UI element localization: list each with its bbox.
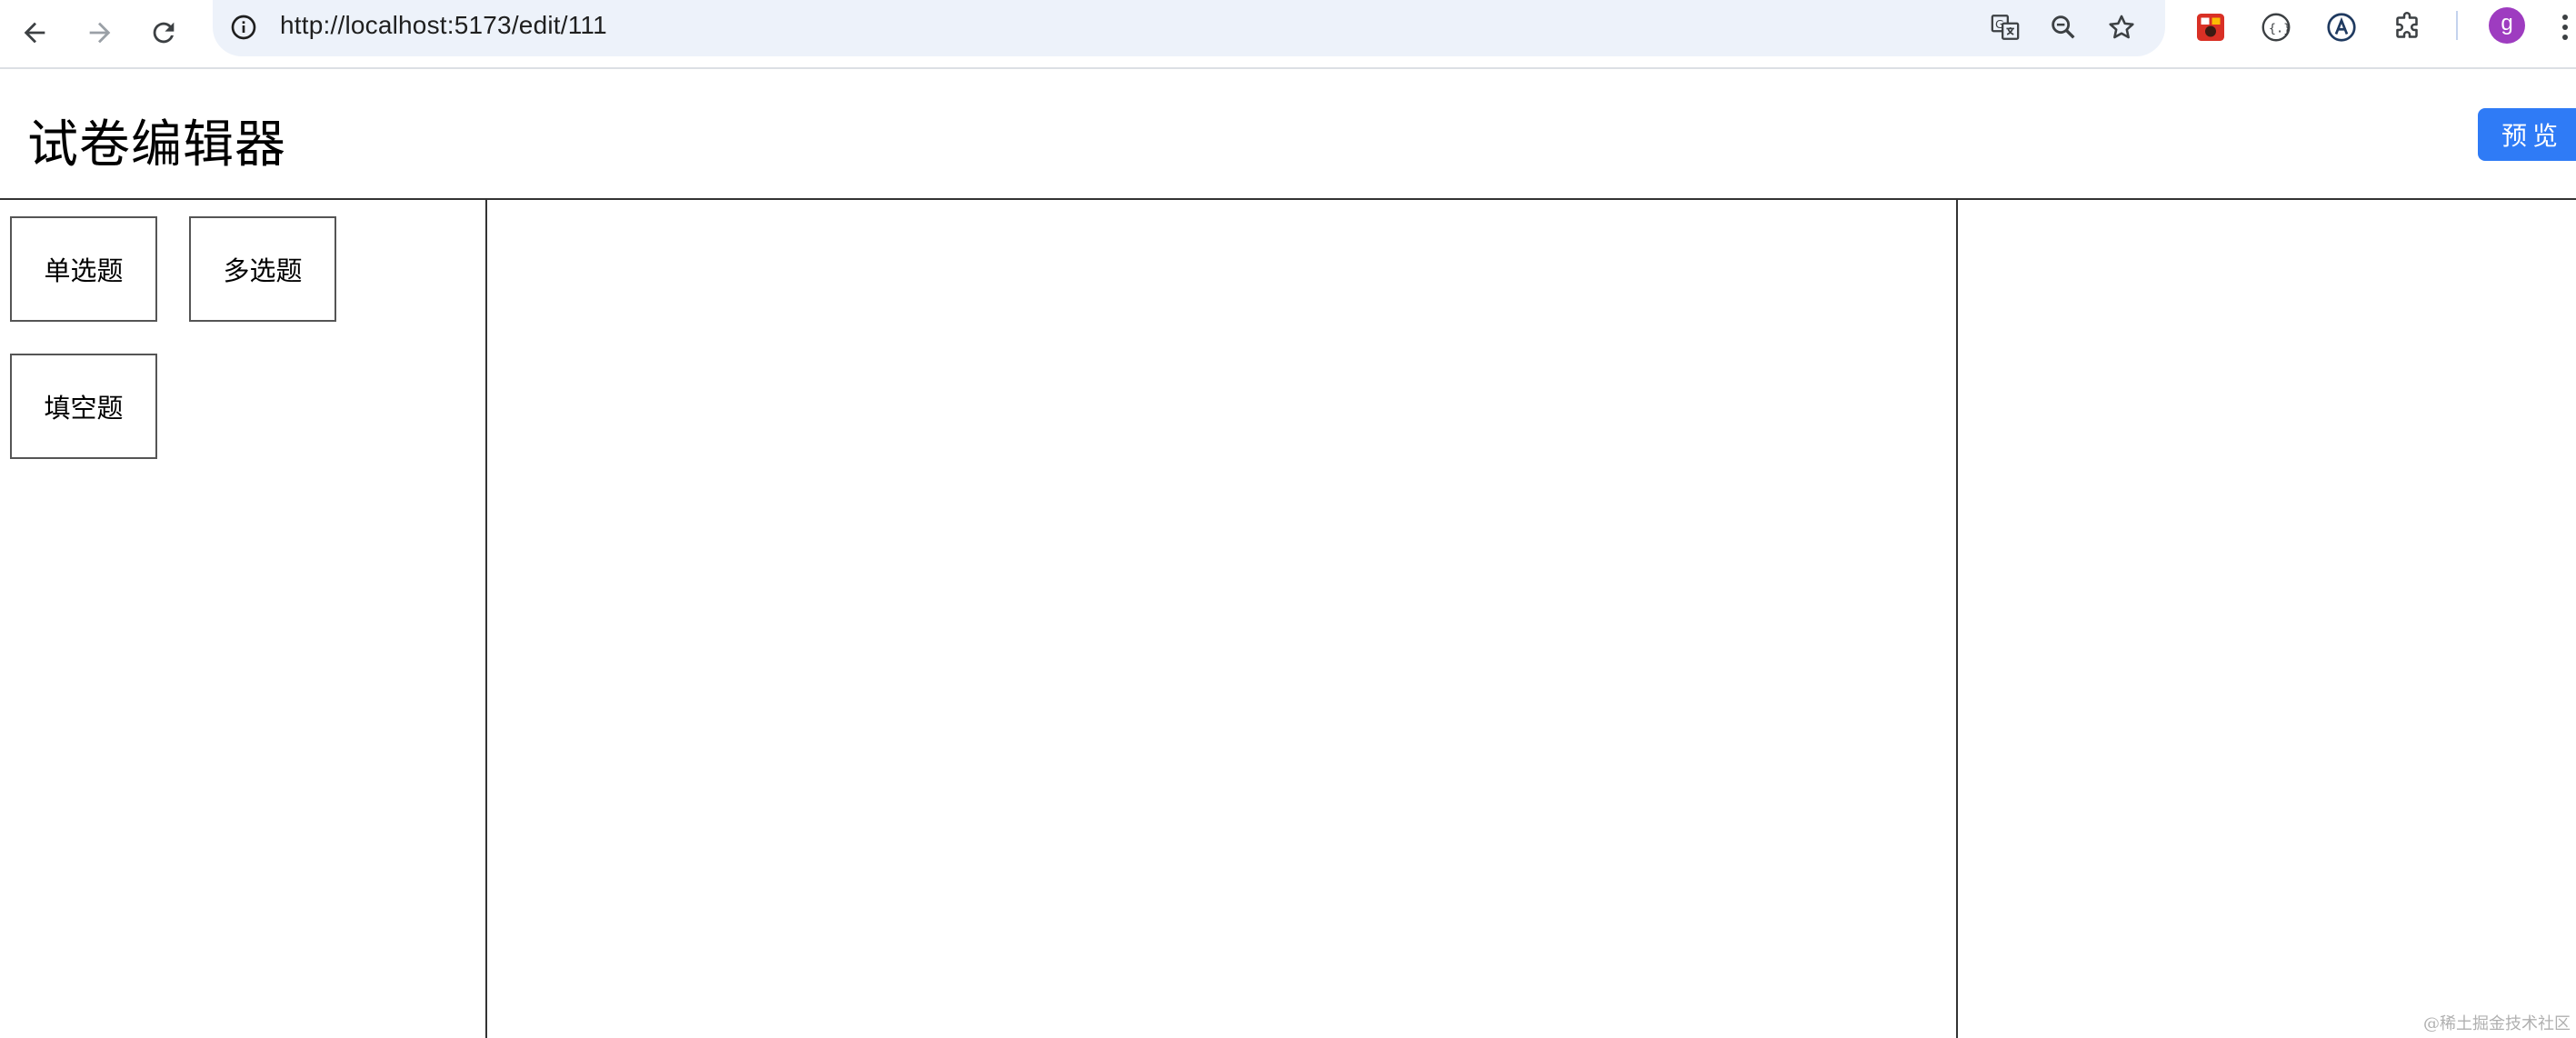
zoom-out-icon — [2052, 15, 2075, 39]
info-icon — [231, 15, 256, 40]
extension-a-button[interactable] — [2320, 5, 2363, 49]
right-column-divider — [1956, 200, 1958, 1038]
app-header: 试卷编辑器 预览 — [0, 69, 2576, 200]
page-title: 试卷编辑器 — [27, 115, 286, 175]
reload-icon — [153, 22, 175, 44]
red-extension-icon — [2197, 14, 2224, 41]
toolbar-divider — [2456, 11, 2458, 40]
reload-button[interactable] — [136, 5, 191, 60]
multiple-choice-button[interactable]: 多选题 — [189, 216, 336, 322]
url-text[interactable]: http://localhost:5173/edit/111 — [280, 11, 607, 40]
star-icon — [2109, 15, 2134, 39]
kebab-menu-icon[interactable] — [2554, 9, 2576, 45]
fill-blank-button[interactable]: 填空题 — [10, 354, 157, 459]
svg-text:{.}: {.} — [2269, 21, 2291, 35]
watermark-text: @稀土掘金技术社区 — [2423, 1014, 2571, 1033]
arrow-right-icon — [89, 22, 111, 44]
translate-icon: G — [1991, 15, 2020, 40]
translate-button[interactable]: G — [1985, 7, 2025, 47]
extension-braces-button[interactable]: {.} — [2254, 5, 2298, 49]
braces-extension-icon: {.} — [2261, 13, 2291, 42]
extension-red-button[interactable] — [2189, 5, 2232, 49]
address-bar[interactable]: http://localhost:5173/edit/111 G — [213, 0, 2165, 56]
back-button[interactable] — [7, 5, 62, 60]
single-choice-button[interactable]: 单选题 — [10, 216, 157, 322]
site-info-button[interactable] — [225, 9, 262, 45]
question-type-panel: 单选题 多选题 填空题 — [0, 202, 485, 1038]
extensions-button[interactable] — [2385, 5, 2429, 49]
arrow-left-icon — [24, 22, 45, 44]
a-circle-extension-icon — [2327, 13, 2356, 42]
forward-button[interactable] — [73, 5, 127, 60]
bookmark-button[interactable] — [2102, 7, 2142, 47]
browser-toolbar: http://localhost:5173/edit/111 G {.} g — [0, 0, 2576, 69]
profile-avatar[interactable]: g — [2489, 7, 2525, 44]
zoom-button[interactable] — [2043, 7, 2083, 47]
preview-button[interactable]: 预览 — [2478, 108, 2576, 161]
properties-panel[interactable] — [1960, 202, 2576, 1038]
editor-canvas[interactable] — [487, 202, 1956, 1038]
puzzle-icon — [2396, 12, 2418, 38]
